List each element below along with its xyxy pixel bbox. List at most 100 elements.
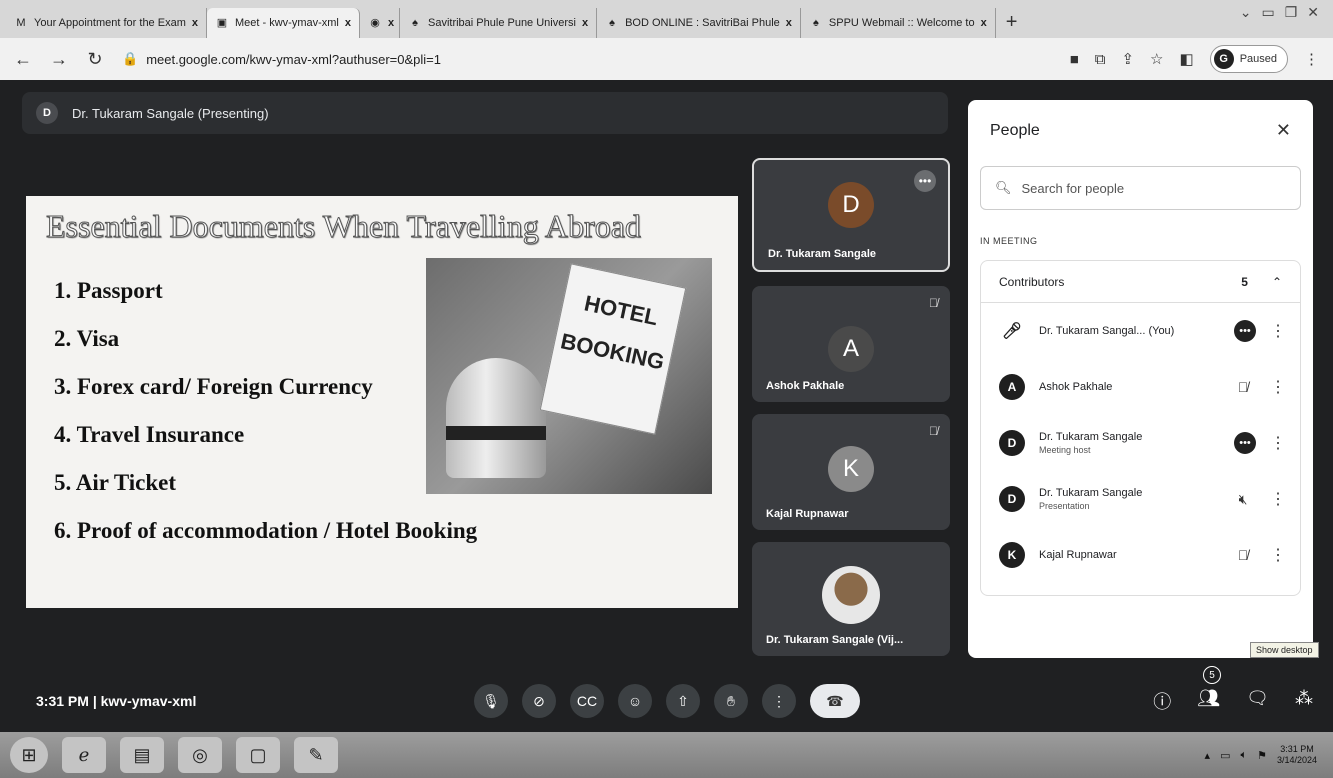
- participant-name: Ashok Pakhale: [766, 380, 845, 392]
- close-window-icon[interactable]: ✕: [1307, 4, 1319, 21]
- start-button-icon[interactable]: ⊞: [10, 737, 48, 773]
- browser-tab-sppu[interactable]: ♠ Savitribai Phule Pune Universi x: [400, 8, 598, 38]
- more-options-button[interactable]: ⋮: [762, 684, 796, 718]
- menu-kebab-icon[interactable]: ⋮: [1304, 50, 1319, 68]
- participant-row[interactable]: D Dr. Tukaram Sangale Presentation 🔇︎ ⋮: [981, 471, 1300, 527]
- volume-icon[interactable]: 🔈︎: [1240, 749, 1247, 762]
- windows-taskbar: ⊞ ℯ ▤ ◎ ▢ ✎ ▴ ▭ 🔈︎ ⚑ 3:31 PM 3/14/2024: [0, 732, 1333, 778]
- tab-search-icon[interactable]: ⌄: [1240, 4, 1252, 21]
- participant-tile[interactable]: ••• D Dr. Tukaram Sangale: [752, 158, 950, 272]
- slide-item: 3. Forex card/ Foreign Currency: [54, 374, 373, 399]
- chrome-icon[interactable]: ◎: [178, 737, 222, 773]
- taskbar-clock[interactable]: 3:31 PM 3/14/2024: [1277, 744, 1317, 766]
- participant-tile[interactable]: Dr. Tukaram Sangale (Vij...: [752, 542, 950, 656]
- participant-name: Dr. Tukaram Sangale (Vij...: [766, 634, 904, 646]
- cast-icon[interactable]: ⧉: [1095, 51, 1106, 68]
- tab-close-icon[interactable]: x: [582, 17, 588, 29]
- slide-item: 1. Passport: [54, 278, 163, 303]
- activities-icon[interactable]: ⁂: [1295, 688, 1313, 714]
- mic-off-icon: 🎙̸: [929, 424, 938, 438]
- forward-icon[interactable]: →: [50, 49, 68, 70]
- flag-icon[interactable]: ⚑: [1257, 749, 1267, 762]
- chevron-up-icon[interactable]: ⌃: [1272, 275, 1282, 289]
- network-icon[interactable]: ▭: [1220, 749, 1230, 762]
- captions-button[interactable]: CC: [570, 684, 604, 718]
- profile-button[interactable]: G Paused: [1209, 45, 1288, 73]
- raise-hand-button[interactable]: ✋︎: [714, 684, 748, 718]
- internet-explorer-icon[interactable]: ℯ: [62, 737, 106, 773]
- recording-icon: ◉: [370, 17, 380, 29]
- profile-avatar: G: [1213, 49, 1234, 69]
- tab-close-icon[interactable]: x: [192, 17, 198, 29]
- kebab-icon[interactable]: ⋮: [1270, 545, 1286, 565]
- mic-off-icon[interactable]: 🎙̸: [1230, 379, 1256, 395]
- browser-tab-audio[interactable]: ◉ x: [360, 8, 400, 38]
- side-panel-icon[interactable]: ◧: [1180, 50, 1194, 68]
- participant-tile[interactable]: 🎙̸ A Ashok Pakhale: [752, 286, 950, 402]
- camera-icon[interactable]: ■: [1070, 51, 1079, 68]
- kebab-icon[interactable]: ⋮: [1270, 433, 1286, 453]
- paint-icon[interactable]: ✎: [294, 737, 338, 773]
- browser-tabstrip: M Your Appointment for the Exam x ▣ Meet…: [0, 0, 1333, 38]
- show-desktop-tooltip: Show desktop: [1250, 642, 1319, 658]
- search-people-input[interactable]: 🔍︎ Search for people: [980, 166, 1301, 210]
- reload-icon[interactable]: ↻: [86, 49, 104, 70]
- browser-tab-gmail[interactable]: M Your Appointment for the Exam x: [6, 8, 207, 38]
- camera-off-button[interactable]: ⊘: [522, 684, 556, 718]
- slide-item: 5. Air Ticket: [54, 470, 177, 495]
- restore-icon[interactable]: ❐: [1285, 4, 1298, 21]
- participant-row[interactable]: 🎤︎ Dr. Tukaram Sangal... (You) ••• ⋮: [981, 303, 1300, 359]
- more-icon[interactable]: •••: [1234, 320, 1256, 342]
- bell-band: [446, 426, 546, 440]
- emoji-button[interactable]: ☺: [618, 684, 652, 718]
- volume-off-icon[interactable]: 🔇︎: [1230, 491, 1256, 508]
- bookmark-star-icon[interactable]: ☆: [1150, 50, 1163, 68]
- tab-close-icon[interactable]: x: [388, 17, 394, 29]
- mic-off-icon[interactable]: 🎙̸: [1230, 547, 1256, 563]
- clock-date: 3/14/2024: [1276, 755, 1317, 765]
- participant-avatar: D: [999, 430, 1025, 456]
- address-bar[interactable]: 🔒 meet.google.com/kwv-ymav-xml?authuser=…: [122, 51, 1052, 67]
- kebab-icon[interactable]: ⋮: [1270, 321, 1286, 341]
- participant-row[interactable]: D Dr. Tukaram Sangale Meeting host ••• ⋮: [981, 415, 1300, 471]
- app-icon[interactable]: ▢: [236, 737, 280, 773]
- people-count-badge: 5: [1203, 666, 1221, 684]
- minimize-icon[interactable]: ▭: [1261, 4, 1274, 21]
- tray-arrow-icon[interactable]: ▴: [1205, 749, 1211, 762]
- leave-call-button[interactable]: ☎︎: [810, 684, 860, 718]
- participant-row[interactable]: A Ashok Pakhale 🎙̸ ⋮: [981, 359, 1300, 415]
- share-icon[interactable]: ⇪: [1121, 50, 1134, 68]
- kebab-icon[interactable]: ⋮: [1270, 489, 1286, 509]
- participant-avatar: A: [999, 374, 1025, 400]
- contributors-header[interactable]: Contributors 5 ⌃: [981, 261, 1300, 303]
- info-icon[interactable]: ⓘ: [1153, 688, 1171, 714]
- browser-tab-bod[interactable]: ♠ BOD ONLINE : SavitriBai Phule x: [597, 8, 801, 38]
- back-icon[interactable]: ←: [14, 49, 32, 70]
- more-options-icon[interactable]: •••: [914, 170, 936, 192]
- people-icon[interactable]: 👥︎: [1197, 688, 1220, 714]
- tab-close-icon[interactable]: x: [345, 17, 351, 29]
- participant-row[interactable]: K Kajal Rupnawar 🎙̸ ⋮: [981, 527, 1300, 583]
- contributors-count: 5: [1241, 274, 1248, 289]
- presenter-avatar: D: [36, 102, 58, 124]
- participant-avatar: K: [999, 542, 1025, 568]
- browser-tab-meet[interactable]: ▣ Meet - kwv-ymav-xml x: [206, 8, 360, 38]
- present-button[interactable]: ⇧: [666, 684, 700, 718]
- kebab-icon[interactable]: ⋮: [1270, 377, 1286, 397]
- more-icon[interactable]: •••: [1234, 432, 1256, 454]
- close-icon[interactable]: ✕: [1276, 120, 1291, 141]
- new-tab-button[interactable]: +: [996, 11, 1028, 38]
- tab-close-icon[interactable]: x: [786, 17, 792, 29]
- microphone-button[interactable]: 🎙︎: [474, 684, 508, 718]
- window-controls: ⌄ ▭ ❐ ✕: [1240, 4, 1319, 21]
- tab-title: BOD ONLINE : SavitriBai Phule: [625, 17, 780, 29]
- browser-tab-webmail[interactable]: ♠ SPPU Webmail :: Welcome to x: [801, 8, 996, 38]
- search-icon: 🔍︎: [995, 180, 1012, 195]
- chat-icon[interactable]: 🗨︎: [1246, 688, 1269, 714]
- tab-close-icon[interactable]: x: [981, 17, 987, 29]
- participant-tile[interactable]: 🎙̸ K Kajal Rupnawar: [752, 414, 950, 530]
- participant-avatar: K: [828, 446, 874, 492]
- you-tag: (You): [1148, 325, 1175, 337]
- file-explorer-icon[interactable]: ▤: [120, 737, 164, 773]
- participant-info: Dr. Tukaram Sangale Presentation: [1039, 487, 1216, 511]
